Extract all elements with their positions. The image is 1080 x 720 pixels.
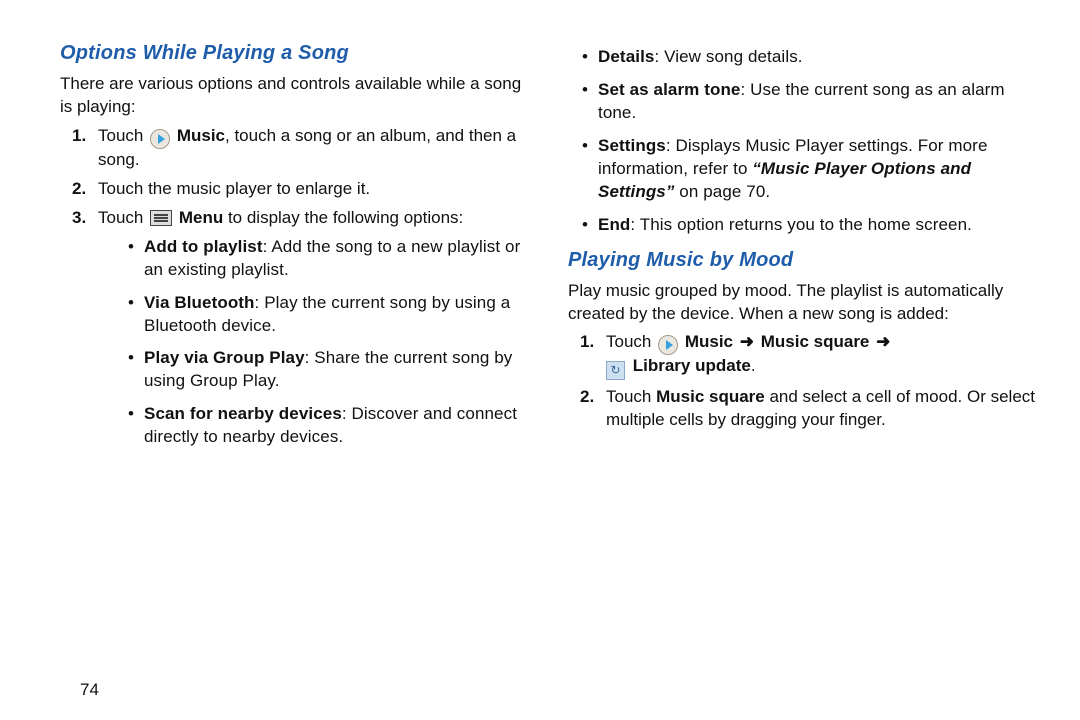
text-bold: Menu bbox=[179, 208, 223, 227]
list-item: Set as alarm tone: Use the current song … bbox=[582, 79, 1040, 125]
text-bold: Details bbox=[598, 47, 654, 66]
right-column: Details: View song details. Set as alarm… bbox=[568, 40, 1040, 690]
numbered-list-left: Touch Music, touch a song or an album, a… bbox=[60, 125, 532, 449]
text: : This option returns you to the home sc… bbox=[630, 215, 972, 234]
text: to display the following options: bbox=[223, 208, 463, 227]
music-icon bbox=[658, 335, 678, 355]
list-item: Touch Music, touch a song or an album, a… bbox=[60, 125, 532, 172]
arrow-icon: ➜ bbox=[876, 332, 890, 351]
section-heading-options: Options While Playing a Song bbox=[60, 40, 532, 67]
text: on page 70. bbox=[674, 182, 770, 201]
section-heading-mood: Playing Music by Mood bbox=[568, 247, 1040, 274]
list-item: Play via Group Play: Share the current s… bbox=[128, 347, 532, 393]
text-bold: Set as alarm tone bbox=[598, 80, 740, 99]
text-bold: Play via Group Play bbox=[144, 348, 305, 367]
bullet-list-right: Details: View song details. Set as alarm… bbox=[582, 46, 1040, 237]
music-icon bbox=[150, 129, 170, 149]
text-bold: Music bbox=[685, 332, 733, 351]
text-bold: Scan for nearby devices bbox=[144, 404, 342, 423]
text: Touch bbox=[606, 332, 656, 351]
bullet-list-left: Add to playlist: Add the song to a new p… bbox=[128, 236, 532, 450]
list-item: Touch Music square and select a cell of … bbox=[568, 386, 1040, 432]
list-item: Via Bluetooth: Play the current song by … bbox=[128, 292, 532, 338]
numbered-list-right: Touch Music ➜ Music square ➜ Library upd… bbox=[568, 331, 1040, 431]
list-item: Touch Menu to display the following opti… bbox=[60, 207, 532, 449]
text-bold: Settings bbox=[598, 136, 666, 155]
text: Touch the music player to enlarge it. bbox=[98, 179, 370, 198]
list-item: Scan for nearby devices: Discover and co… bbox=[128, 403, 532, 449]
page-number: 74 bbox=[80, 680, 99, 700]
manual-page: Options While Playing a Song There are v… bbox=[0, 0, 1080, 720]
list-item: Add to playlist: Add the song to a new p… bbox=[128, 236, 532, 282]
list-item: Touch the music player to enlarge it. bbox=[60, 178, 532, 201]
text: Touch bbox=[98, 208, 148, 227]
library-update-icon bbox=[606, 361, 625, 380]
text-bold: End bbox=[598, 215, 630, 234]
list-item: Settings: Displays Music Player settings… bbox=[582, 135, 1040, 204]
intro-paragraph-right: Play music grouped by mood. The playlist… bbox=[568, 280, 1040, 326]
menu-icon bbox=[150, 210, 172, 226]
left-column: Options While Playing a Song There are v… bbox=[60, 40, 532, 690]
text: . bbox=[751, 356, 756, 375]
text-bold: Music bbox=[177, 126, 225, 145]
text-bold: Add to playlist bbox=[144, 237, 263, 256]
text-bold: Library update bbox=[633, 356, 751, 375]
text-bold: Via Bluetooth bbox=[144, 293, 255, 312]
text: Touch bbox=[606, 387, 656, 406]
text-bold: Music square bbox=[761, 332, 870, 351]
text: : View song details. bbox=[654, 47, 802, 66]
list-item: Details: View song details. bbox=[582, 46, 1040, 69]
text: Touch bbox=[98, 126, 148, 145]
arrow-icon: ➜ bbox=[740, 332, 754, 351]
list-item: Touch Music ➜ Music square ➜ Library upd… bbox=[568, 331, 1040, 380]
text-bold: Music square bbox=[656, 387, 765, 406]
intro-paragraph-left: There are various options and controls a… bbox=[60, 73, 532, 119]
list-item: End: This option returns you to the home… bbox=[582, 214, 1040, 237]
